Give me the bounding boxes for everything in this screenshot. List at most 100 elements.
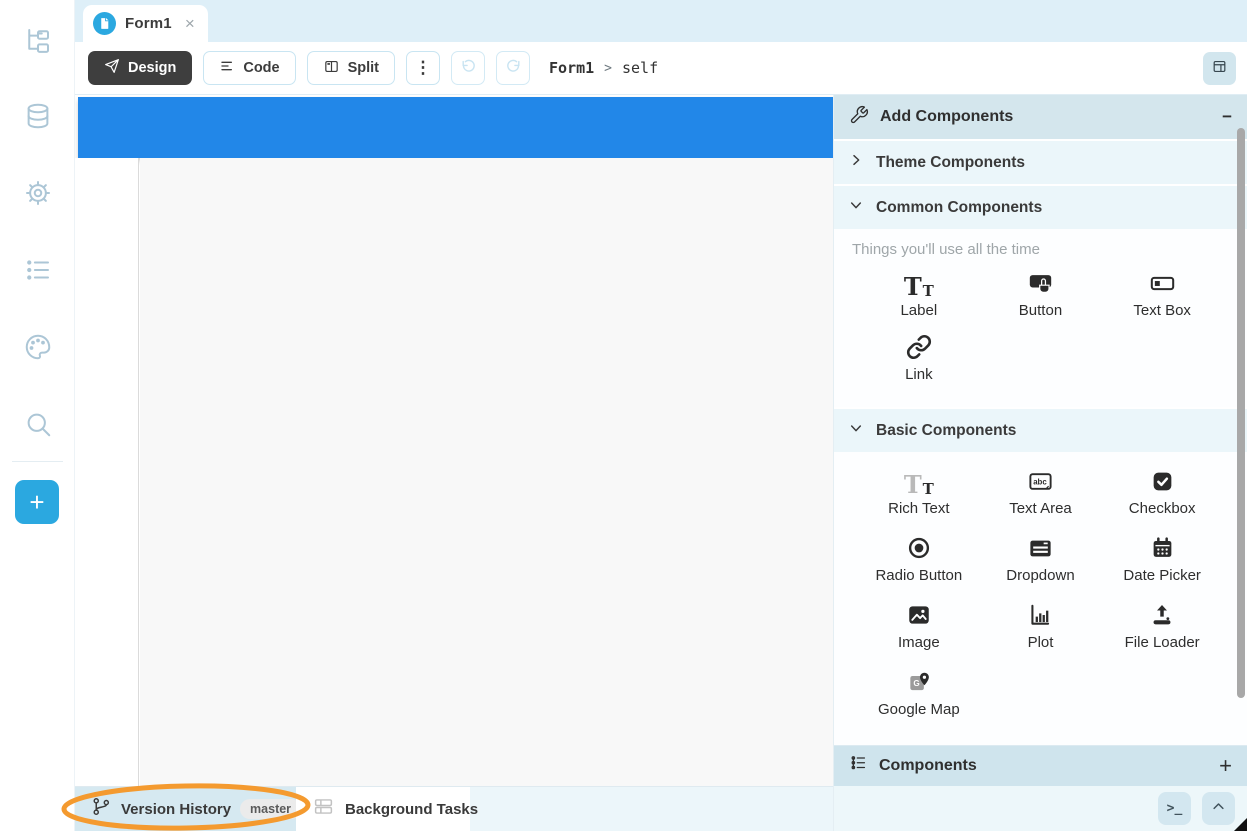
component-label[interactable]: TT Label — [858, 262, 980, 324]
component-text-area[interactable]: abc Text Area — [980, 460, 1102, 522]
text-box-icon — [1149, 267, 1176, 299]
chevron-down-icon — [848, 197, 864, 218]
component-plot[interactable]: Plot — [980, 594, 1102, 656]
section-common-components[interactable]: Common Components — [834, 186, 1247, 229]
code-button[interactable]: Code — [203, 51, 295, 85]
add-component-icon[interactable]: + — [1219, 755, 1232, 777]
panel-scrollbar-thumb[interactable] — [1237, 128, 1245, 698]
search-icon[interactable] — [0, 402, 75, 446]
plot-icon — [1027, 599, 1053, 631]
sidebar-divider — [12, 461, 63, 462]
radio-button-icon — [906, 532, 932, 564]
component-google-map[interactable]: G Google Map — [858, 661, 980, 723]
link-icon — [906, 331, 932, 363]
component-checkbox[interactable]: Checkbox — [1101, 460, 1223, 522]
component-file-loader[interactable]: File Loader — [1101, 594, 1223, 656]
panel-title: Add Components — [880, 108, 1211, 126]
checkbox-icon — [1150, 465, 1175, 497]
kebab-menu-icon: ⋮ — [415, 58, 432, 78]
add-button[interactable]: + — [15, 480, 59, 524]
text-lines-icon — [219, 58, 235, 78]
common-subtitle: Things you'll use all the time — [852, 241, 1247, 258]
component-text-box[interactable]: Text Box — [1101, 262, 1223, 324]
anvil-ide-window: + Form1 × Design Code Split ⋮ — [0, 0, 1247, 831]
label-icon: TT — [904, 267, 934, 299]
text-area-icon: abc — [1027, 465, 1054, 497]
design-button[interactable]: Design — [88, 51, 192, 85]
add-components-panel: Add Components − Theme Components Common… — [833, 95, 1247, 831]
chevron-up-icon — [1211, 799, 1226, 818]
tab-close-icon[interactable]: × — [185, 15, 195, 32]
design-canvas[interactable] — [75, 95, 833, 786]
version-history-button[interactable]: Version History master — [75, 787, 296, 831]
components-footer-title: Components — [879, 757, 1208, 775]
collapse-panel-icon[interactable]: − — [1222, 107, 1232, 127]
redo-icon — [505, 58, 522, 79]
dropdown-icon — [1027, 532, 1054, 564]
layout-panels-icon — [1211, 58, 1228, 80]
component-image[interactable]: Image — [858, 594, 980, 656]
terminal-button[interactable]: >_ — [1158, 792, 1191, 825]
split-view-icon — [323, 58, 340, 79]
left-sidebar: + — [0, 0, 75, 831]
component-radio-button[interactable]: Radio Button — [858, 527, 980, 589]
section-basic-components[interactable]: Basic Components — [834, 409, 1247, 452]
image-icon — [906, 599, 932, 631]
component-link[interactable]: Link — [858, 326, 980, 388]
chevron-right-icon — [848, 152, 864, 173]
breadcrumb-self[interactable]: self — [622, 59, 658, 77]
file-loader-icon — [1149, 599, 1175, 631]
form-drop-area[interactable] — [140, 158, 833, 786]
theme-palette-icon[interactable] — [0, 325, 75, 369]
background-tasks-button[interactable]: Background Tasks — [296, 787, 470, 831]
collapse-bottom-button[interactable] — [1202, 792, 1235, 825]
rich-text-icon: TT — [904, 465, 934, 497]
paper-plane-icon — [104, 58, 120, 78]
redo-button[interactable] — [496, 51, 530, 85]
panel-layout-toggle-button[interactable] — [1203, 52, 1236, 85]
component-rich-text[interactable]: TT Rich Text — [858, 460, 980, 522]
settings-gear-icon[interactable] — [0, 171, 75, 215]
app-structure-icon[interactable] — [0, 18, 75, 62]
bottom-bar: Version History master Background Tasks — [75, 786, 833, 831]
components-footer-bar[interactable]: Components + — [834, 745, 1247, 786]
undo-button[interactable] — [451, 51, 485, 85]
undo-icon — [460, 58, 477, 79]
chevron-down-icon — [848, 420, 864, 441]
breadcrumb-form[interactable]: Form1 — [549, 59, 594, 77]
split-button[interactable]: Split — [307, 51, 395, 85]
tab-form1[interactable]: Form1 × — [83, 5, 208, 42]
tab-title: Form1 — [125, 15, 172, 32]
google-map-icon: G — [906, 666, 932, 698]
svg-text:G: G — [913, 679, 919, 688]
form-file-icon — [93, 12, 116, 35]
svg-text:abc: abc — [1033, 477, 1047, 486]
component-date-picker[interactable]: Date Picker — [1101, 527, 1223, 589]
wrench-icon — [849, 105, 869, 130]
form-navbar-component[interactable] — [78, 97, 833, 158]
section-theme-components[interactable]: Theme Components — [834, 141, 1247, 184]
terminal-icon: >_ — [1167, 801, 1183, 816]
git-branch-icon — [91, 796, 112, 822]
more-options-button[interactable]: ⋮ — [406, 51, 440, 85]
plus-icon: + — [29, 487, 44, 518]
date-picker-icon — [1150, 532, 1175, 564]
resize-corner — [1234, 818, 1247, 831]
list-icon[interactable] — [0, 248, 75, 292]
database-icon[interactable] — [0, 94, 75, 138]
component-tree-icon — [849, 754, 868, 778]
button-icon — [1027, 267, 1054, 299]
background-tasks-icon — [313, 796, 334, 822]
breadcrumb: Form1 > self — [549, 59, 658, 77]
component-dropdown[interactable]: Dropdown — [980, 527, 1102, 589]
breadcrumb-separator: > — [604, 61, 612, 76]
canvas-gutter — [75, 158, 139, 786]
component-button[interactable]: Button — [980, 262, 1102, 324]
branch-badge: master — [240, 799, 301, 819]
toolbar: Design Code Split ⋮ Form1 > self — [75, 42, 1247, 95]
basic-components-grid: TT Rich Text abc Text Area Checkbox Radi… — [834, 452, 1247, 745]
tab-bar: Form1 × — [75, 0, 1247, 42]
bottom-right-strip: >_ — [834, 786, 1247, 831]
common-components-grid: Things you'll use all the time TT Label … — [834, 229, 1247, 407]
panel-header: Add Components − — [834, 95, 1247, 139]
